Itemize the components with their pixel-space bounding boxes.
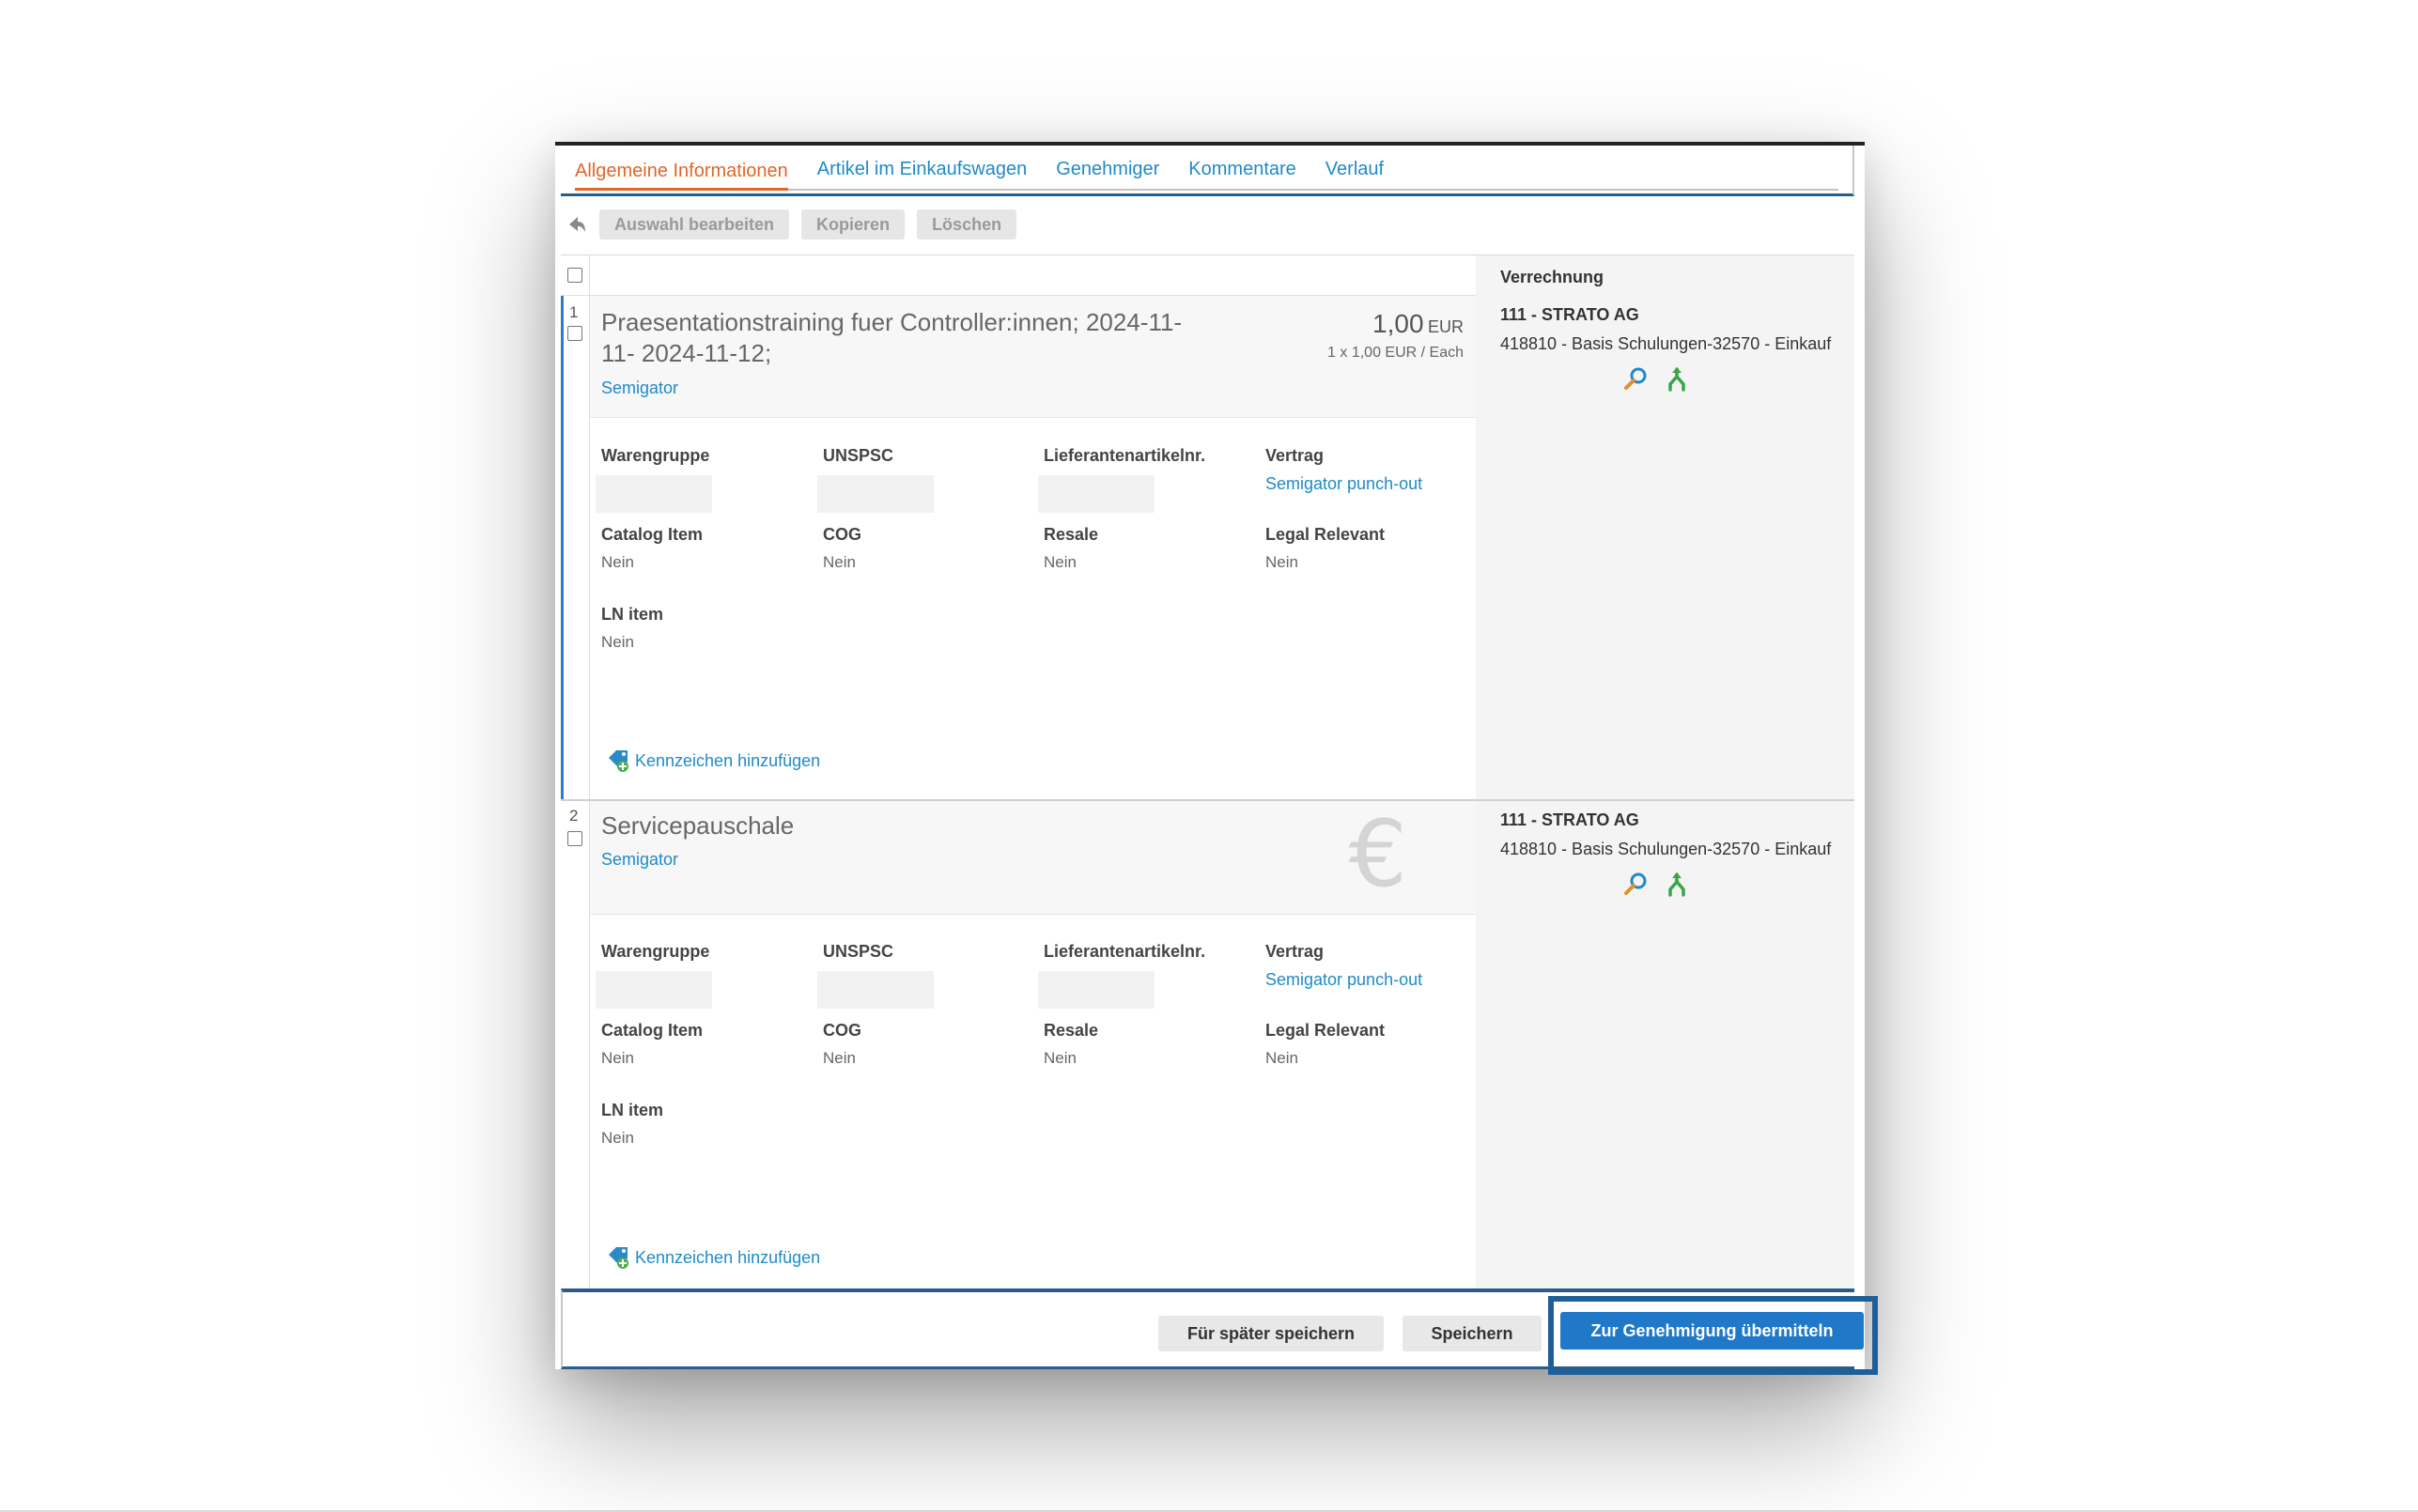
field-label: Vertrag — [1265, 942, 1325, 961]
item-checkbox[interactable] — [567, 831, 582, 846]
item-header: Servicepauschale Semigator € — [590, 801, 1477, 915]
field-label: Warengruppe — [601, 942, 710, 961]
field-value-empty — [817, 475, 934, 513]
select-all-checkbox[interactable] — [567, 268, 582, 283]
add-tag-link[interactable]: Kennzeichen hinzufügen — [607, 748, 820, 773]
accounting-header: Verrechnung — [1476, 255, 1854, 296]
field-value: Nein — [1044, 553, 1077, 571]
field-label: Warengruppe — [601, 446, 710, 465]
field-value: Nein — [1044, 1049, 1077, 1067]
field-value-empty — [1038, 475, 1155, 513]
tab-approvers[interactable]: Genehmiger — [1056, 159, 1159, 189]
contract-link[interactable]: Semigator punch-out — [1265, 970, 1481, 990]
save-later-button[interactable]: Für später speichern — [1158, 1316, 1384, 1351]
field-value-empty — [596, 475, 712, 513]
tab-cart-items[interactable]: Artikel im Einkaufswagen — [817, 159, 1027, 189]
item-checkbox[interactable] — [567, 326, 582, 341]
add-tag-icon — [607, 748, 631, 773]
dialog-footer: Für später speichern Speichern Zur Geneh… — [561, 1288, 1878, 1375]
split-accounting-icon[interactable] — [1664, 365, 1690, 392]
add-tag-label: Kennzeichen hinzufügen — [635, 1247, 821, 1267]
field-label: Catalog Item — [601, 525, 704, 544]
submit-highlight-frame: Zur Genehmigung übermitteln — [1548, 1296, 1878, 1375]
supplier-link[interactable]: Semigator — [601, 850, 678, 870]
field-label: COG — [823, 1021, 862, 1040]
copy-button[interactable]: Kopieren — [801, 209, 906, 239]
line-item-2: 2 Servicepauschale Semigator € Warengrup… — [561, 801, 1854, 1288]
field-label: Legal Relevant — [1265, 1021, 1386, 1040]
line-items-grid: Verrechnung 1 Praesentationstraining fue… — [561, 255, 1854, 1288]
field-label: UNSPSC — [823, 942, 894, 961]
field-value: Nein — [1265, 553, 1298, 571]
item-toolbar: Auswahl bearbeiten Kopieren Löschen — [566, 208, 1017, 241]
item-title: Praesentationstraining fuer Controller:i… — [601, 308, 1183, 367]
field-label: Legal Relevant — [1265, 525, 1386, 544]
field-label: Resale — [1044, 1021, 1099, 1040]
field-label: LN item — [601, 1101, 664, 1119]
price-detail: 1 x 1,00 EUR / Each — [1327, 345, 1464, 361]
item-price: 1,00 EUR 1 x 1,00 EUR / Each — [1327, 309, 1464, 362]
price-currency: EUR — [1427, 317, 1464, 336]
item-number: 1 — [569, 303, 579, 321]
split-accounting-icon[interactable] — [1664, 871, 1690, 897]
supplier-link[interactable]: Semigator — [601, 378, 678, 398]
field-label: Resale — [1044, 525, 1099, 544]
field-value: Nein — [601, 1049, 634, 1067]
field-label: UNSPSC — [823, 446, 894, 465]
euro-icon: € — [1348, 801, 1407, 908]
field-value: Nein — [823, 1049, 856, 1067]
cart-dialog: Allgemeine Informationen Artikel im Eink… — [555, 142, 1878, 1375]
item-header: Praesentationstraining fuer Controller:i… — [590, 296, 1477, 418]
grid-header: Verrechnung — [561, 255, 1854, 296]
back-arrow-icon[interactable] — [566, 214, 587, 235]
field-label: Lieferantenartikelnr. — [1044, 446, 1206, 465]
tab-comments[interactable]: Kommentare — [1188, 159, 1296, 189]
field-label: Catalog Item — [601, 1021, 704, 1040]
field-value-empty — [596, 971, 712, 1009]
price-value: 1,00 — [1372, 309, 1424, 338]
field-value: Nein — [601, 633, 634, 651]
search-icon[interactable] — [1622, 871, 1649, 897]
field-value: Nein — [823, 553, 856, 571]
field-label: LN item — [601, 605, 664, 624]
search-icon[interactable] — [1622, 365, 1649, 392]
accounting-account: 418810 - Basis Schulungen-32570 - Einkau… — [1500, 840, 1832, 858]
delete-button[interactable]: Löschen — [917, 209, 1017, 239]
add-tag-link[interactable]: Kennzeichen hinzufügen — [607, 1245, 820, 1270]
add-tag-label: Kennzeichen hinzufügen — [635, 750, 821, 770]
add-tag-icon — [607, 1245, 631, 1270]
field-value: Nein — [1265, 1049, 1298, 1067]
tab-bar: Allgemeine Informationen Artikel im Eink… — [561, 146, 1854, 196]
accounting-account: 418810 - Basis Schulungen-32570 - Einkau… — [1500, 334, 1832, 353]
line-item-1: 1 Praesentationstraining fuer Controller… — [561, 296, 1854, 799]
field-label: Lieferantenartikelnr. — [1044, 942, 1206, 961]
edit-selection-button[interactable]: Auswahl bearbeiten — [599, 209, 790, 239]
field-value: Nein — [601, 1129, 634, 1147]
field-value-empty — [1038, 971, 1155, 1009]
field-value-empty — [817, 971, 934, 1009]
accounting-cell: 111 - STRATO AG 418810 - Basis Schulunge… — [1476, 296, 1854, 799]
field-value: Nein — [601, 553, 634, 571]
accounting-company: 111 - STRATO AG — [1500, 305, 1639, 324]
submit-for-approval-button[interactable]: Zur Genehmigung übermitteln — [1560, 1312, 1864, 1350]
item-number: 2 — [569, 807, 579, 825]
save-button[interactable]: Speichern — [1403, 1316, 1542, 1351]
field-label: COG — [823, 525, 862, 544]
contract-link[interactable]: Semigator punch-out — [1265, 474, 1481, 494]
tab-general-information[interactable]: Allgemeine Informationen — [575, 161, 788, 191]
accounting-company: 111 - STRATO AG — [1500, 810, 1639, 829]
field-label: Vertrag — [1265, 446, 1325, 465]
tab-history[interactable]: Verlauf — [1325, 159, 1384, 189]
item-title: Servicepauschale — [601, 811, 795, 840]
accounting-cell: 111 - STRATO AG 418810 - Basis Schulunge… — [1476, 801, 1854, 1288]
